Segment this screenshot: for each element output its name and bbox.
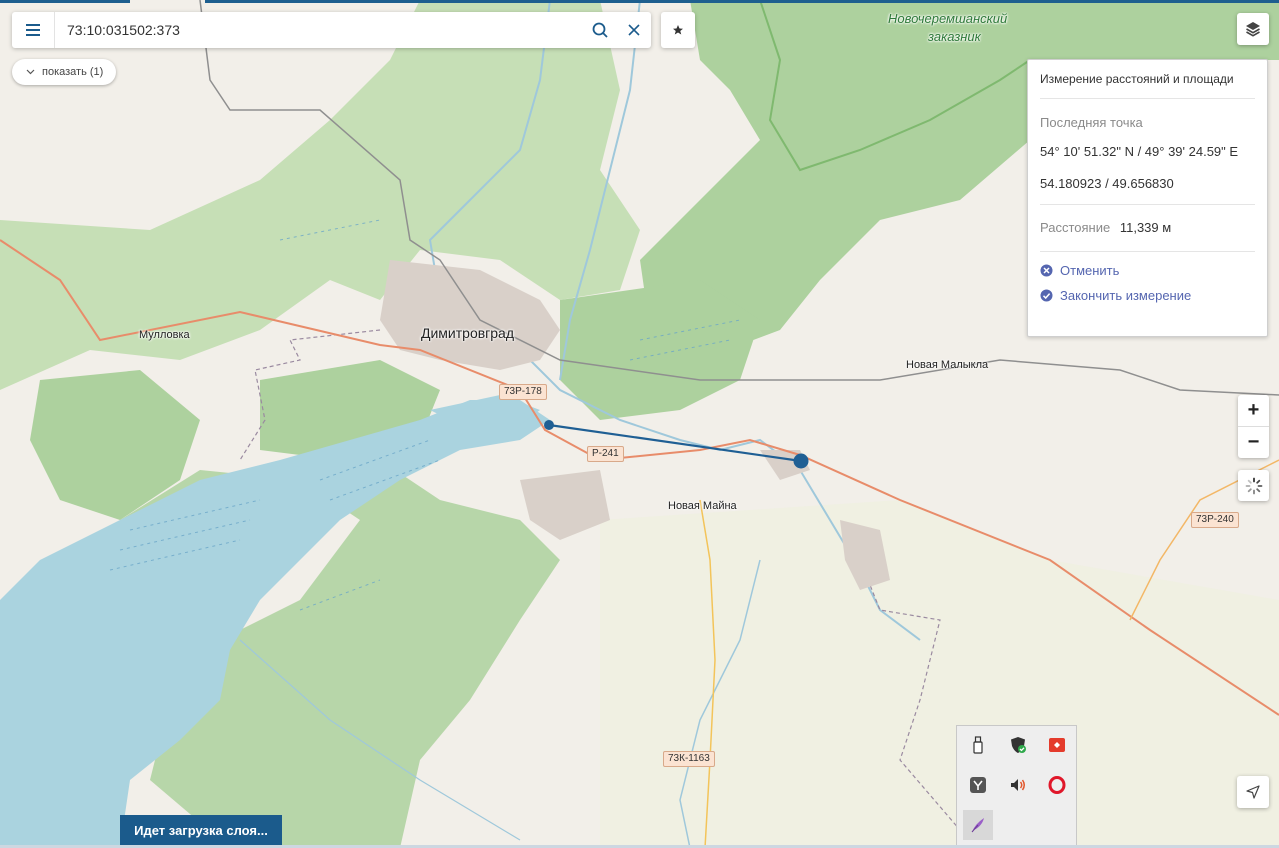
- road-shield-73k1163: 73К-1163: [663, 751, 715, 767]
- favorites-button[interactable]: [661, 12, 695, 48]
- chevron-down-icon: [26, 69, 35, 75]
- hamburger-icon: [26, 24, 40, 36]
- divider: [1040, 251, 1255, 252]
- layers-button[interactable]: [1237, 13, 1269, 45]
- show-results-label: показать (1): [42, 66, 104, 78]
- village-label-novaya-malykla: Новая Малыкла: [906, 359, 989, 371]
- road-shield-r241: Р-241: [587, 446, 624, 462]
- anydesk-icon[interactable]: [1046, 734, 1068, 756]
- road-shield-73r178: 73Р-178: [499, 384, 547, 400]
- navigation-arrow-icon: [1246, 785, 1260, 799]
- search-button[interactable]: [583, 12, 617, 48]
- divider: [1040, 204, 1255, 205]
- top-progress-strip: [0, 0, 130, 3]
- zoom-out-button[interactable]: −: [1238, 427, 1269, 458]
- finish-measure-button[interactable]: Закончить измерение: [1040, 288, 1255, 303]
- zoom-control: + −: [1238, 395, 1269, 458]
- search-icon: [592, 22, 608, 38]
- locate-me-button[interactable]: [1237, 776, 1269, 808]
- loading-spinner: [1238, 470, 1269, 501]
- cancel-measure-label: Отменить: [1060, 263, 1120, 278]
- reserve-label-line2: заказник: [928, 29, 981, 44]
- last-point-decimal: 54.180923 / 49.656830: [1040, 176, 1174, 191]
- last-point-label: Последняя точка: [1040, 115, 1143, 130]
- distance-value: 11,339 м: [1119, 220, 1172, 235]
- layers-icon: [1246, 22, 1260, 37]
- distance-row: Расстояние 11,339 м: [1040, 220, 1255, 238]
- system-tray-overflow: [956, 725, 1077, 848]
- opera-icon[interactable]: [1046, 774, 1068, 796]
- show-results-toggle[interactable]: показать (1): [12, 59, 117, 85]
- reserve-label-line1: Новочеремшанский: [888, 11, 1008, 26]
- road-shield-73r240: 73Р-240: [1191, 512, 1239, 528]
- distance-label: Расстояние: [1040, 220, 1111, 235]
- last-point-dms: 54° 10' 51.32" N / 49° 39' 24.59" E: [1040, 144, 1239, 159]
- close-icon: [628, 24, 640, 36]
- cancel-measure-button[interactable]: Отменить: [1040, 263, 1255, 278]
- village-label-mullovka: Мулловка: [139, 329, 190, 341]
- zoom-in-button[interactable]: +: [1238, 395, 1269, 427]
- feather-icon[interactable]: [963, 810, 993, 840]
- speaker-icon[interactable]: [1007, 774, 1029, 796]
- star-icon: [673, 25, 683, 35]
- menu-button[interactable]: [12, 12, 55, 48]
- clear-search-button[interactable]: [617, 12, 651, 48]
- layer-loading-badge: Идет загрузка слоя...: [120, 815, 282, 845]
- usb-icon[interactable]: [967, 734, 989, 756]
- search-bar: [12, 12, 651, 48]
- finish-measure-label: Закончить измерение: [1060, 288, 1192, 303]
- check-circle-icon: [1040, 289, 1053, 302]
- cancel-circle-icon: [1040, 264, 1053, 277]
- measurement-panel: Измерение расстояний и площади Последняя…: [1027, 59, 1268, 337]
- search-input[interactable]: [55, 22, 583, 38]
- shield-check-icon[interactable]: [1007, 734, 1029, 756]
- measurement-panel-title: Измерение расстояний и площади: [1040, 60, 1255, 99]
- yandex-icon[interactable]: [967, 774, 989, 796]
- city-label-dimitrovgrad: Димитровград: [421, 325, 515, 341]
- top-progress-strip-right: [205, 0, 1279, 3]
- spinner-icon: [1245, 477, 1262, 494]
- village-label-novaya-maina: Новая Майна: [668, 500, 737, 512]
